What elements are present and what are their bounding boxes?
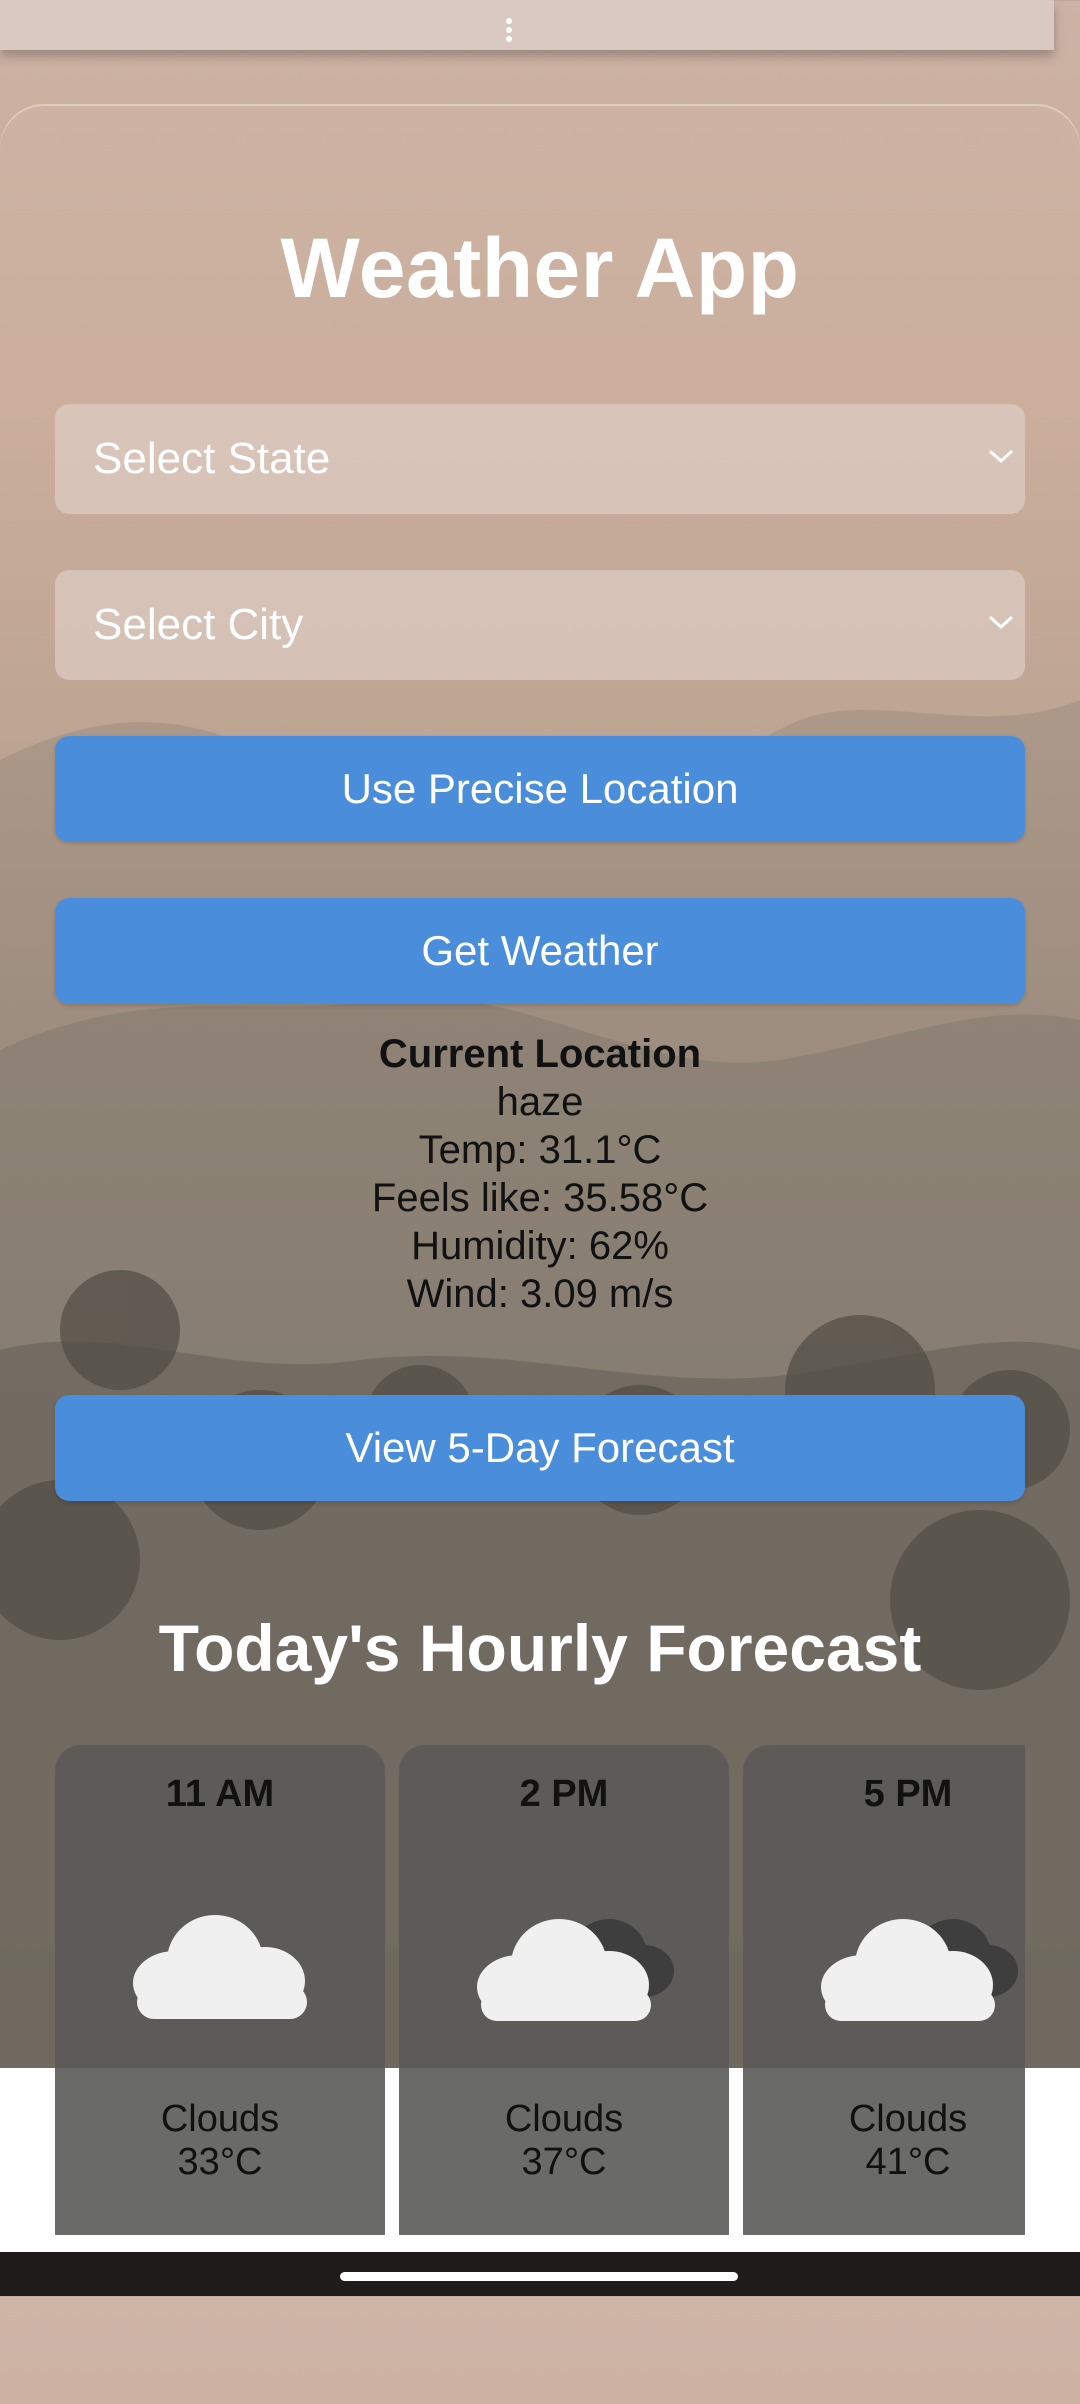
home-gesture-handle[interactable] [340,2272,738,2281]
hourly-time: 5 PM [863,1773,953,1815]
wind: Wind: 3.09 m/s [406,1272,674,1316]
hourly-time: 11 AM [165,1773,275,1815]
hourly-temp: 37°C [521,2141,607,2183]
chevron-down-icon [988,615,1014,630]
cloud-icon [133,1915,307,2019]
temperature: Temp: 31.1°C [418,1128,662,1172]
hourly-desc: Clouds [160,2098,280,2140]
hourly-temp: 41°C [865,2141,951,2183]
location-name: Current Location [378,1032,702,1076]
weather-condition: haze [496,1080,584,1124]
system-navigation-bar [0,2252,1080,2296]
current-weather-info: Current Location haze Temp: 31.1°C Feels… [0,1030,1080,1318]
cloud-dark-icon [821,1919,1018,2021]
city-select[interactable]: Select City [55,570,1025,680]
hourly-card-footer: Clouds 37°C [399,2098,729,2184]
hourly-desc: Clouds [504,2098,624,2140]
city-select-placeholder: Select City [93,600,304,649]
get-weather-button[interactable]: Get Weather [55,898,1025,1004]
view-5-day-forecast-button[interactable]: View 5-Day Forecast [55,1395,1025,1501]
app-title: Weather App [280,221,800,315]
use-precise-location-button[interactable]: Use Precise Location [55,736,1025,842]
hourly-desc: Clouds [848,2098,968,2140]
hourly-card-footer: Clouds 33°C [55,2098,385,2184]
top-sheet-handle-bar[interactable] [0,0,1054,50]
humidity: Humidity: 62% [411,1224,669,1268]
state-select[interactable]: Select State [55,404,1025,514]
cloud-dark-icon [477,1919,674,2021]
hourly-temp: 33°C [177,2141,263,2183]
feels-like: Feels like: 35.58°C [371,1176,709,1220]
hourly-time: 2 PM [519,1773,609,1815]
hourly-card-footer: Clouds 41°C [743,2098,1073,2184]
chevron-down-icon [988,449,1014,464]
state-select-placeholder: Select State [93,434,331,483]
more-options-icon[interactable] [506,18,514,48]
hourly-forecast-heading: Today's Hourly Forecast [158,1611,922,1685]
